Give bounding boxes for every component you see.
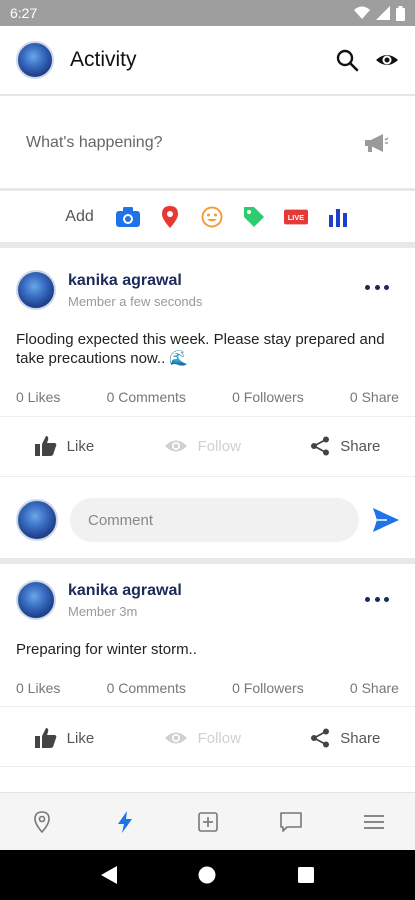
follow-button[interactable]: Follow: [164, 438, 241, 455]
post-meta: Member a few seconds: [68, 293, 203, 309]
post-card: kanika agrawal Member a few seconds Floo…: [0, 248, 415, 558]
post-stats: 0 Likes 0 Comments 0 Followers 0 Share: [16, 389, 399, 405]
home-icon[interactable]: [197, 865, 217, 885]
more-options-icon[interactable]: [365, 282, 389, 292]
wifi-icon: [354, 6, 370, 19]
emoji-icon[interactable]: [200, 205, 224, 229]
comment-row: [0, 488, 415, 552]
megaphone-icon[interactable]: [363, 132, 389, 154]
eye-icon[interactable]: [375, 48, 399, 72]
comments-count[interactable]: 0 Comments: [107, 389, 186, 405]
nav-menu-icon[interactable]: [359, 807, 389, 837]
share-button[interactable]: Share: [310, 436, 380, 456]
compose-placeholder[interactable]: What's happening?: [26, 134, 363, 152]
profile-avatar[interactable]: [16, 41, 54, 79]
comment-input[interactable]: [70, 498, 359, 542]
signal-icon: [376, 6, 390, 20]
likes-count[interactable]: 0 Likes: [16, 680, 60, 696]
more-options-icon[interactable]: [365, 594, 389, 604]
thumbs-up-icon: [34, 436, 57, 456]
live-icon[interactable]: LIVE: [283, 205, 308, 229]
post-text: Flooding expected this week. Please stay…: [16, 331, 385, 367]
like-button[interactable]: Like: [34, 728, 95, 748]
status-bar: 6:27: [0, 0, 415, 26]
post-stats: 0 Likes 0 Comments 0 Followers 0 Share: [16, 680, 399, 696]
camera-icon[interactable]: [115, 205, 140, 229]
like-label: Like: [66, 729, 95, 747]
status-time: 6:27: [10, 5, 38, 21]
shares-count[interactable]: 0 Share: [350, 389, 399, 405]
share-label: Share: [340, 437, 381, 455]
search-icon[interactable]: [335, 48, 359, 72]
recents-icon[interactable]: [297, 866, 315, 884]
eye-icon: [164, 440, 187, 452]
back-icon[interactable]: [100, 865, 118, 885]
post-actions: Like Follow Share: [0, 722, 415, 754]
follow-label: Follow: [197, 729, 241, 747]
bottom-nav: [0, 792, 415, 850]
share-icon: [311, 436, 330, 456]
commenter-avatar: [16, 499, 58, 541]
likes-count[interactable]: 0 Likes: [16, 389, 60, 405]
compose-box[interactable]: What's happening?: [0, 98, 415, 188]
tag-icon[interactable]: [242, 205, 266, 229]
follow-label: Follow: [197, 437, 241, 455]
shares-count[interactable]: 0 Share: [350, 680, 399, 696]
share-icon: [311, 728, 330, 748]
author-name[interactable]: kanika agrawal: [68, 582, 182, 600]
nav-add-post-icon[interactable]: [193, 807, 223, 837]
post-card: kanika agrawal Member 3m Preparing for w…: [0, 564, 415, 792]
divider: [0, 706, 415, 707]
like-label: Like: [66, 437, 95, 455]
follow-button[interactable]: Follow: [164, 730, 241, 747]
divider: [0, 766, 415, 767]
author-avatar[interactable]: [16, 270, 56, 310]
author-avatar[interactable]: [16, 580, 56, 620]
nav-location-icon[interactable]: [27, 807, 57, 837]
post-text: Preparing for winter storm..: [16, 641, 197, 658]
svg-text:LIVE: LIVE: [288, 213, 304, 222]
thumbs-up-icon: [34, 728, 57, 748]
author-name[interactable]: kanika agrawal: [68, 272, 202, 290]
post-meta: Member 3m: [68, 603, 138, 619]
poll-icon[interactable]: [326, 205, 350, 229]
page-title: Activity: [70, 48, 137, 71]
divider: [0, 188, 415, 191]
add-media-bar: Add LIVE: [0, 192, 415, 242]
send-icon[interactable]: [373, 508, 399, 532]
share-button[interactable]: Share: [310, 728, 380, 748]
like-button[interactable]: Like: [34, 436, 95, 456]
app-header: Activity: [0, 26, 415, 96]
share-label: Share: [340, 729, 381, 747]
post-actions: Like Follow Share: [0, 430, 415, 462]
nav-activity-bolt-icon[interactable]: [110, 807, 140, 837]
system-nav-bar: [0, 850, 415, 900]
location-pin-icon[interactable]: [158, 205, 182, 229]
divider: [0, 416, 415, 417]
comments-count[interactable]: 0 Comments: [107, 680, 186, 696]
eye-icon: [164, 732, 187, 744]
followers-count[interactable]: 0 Followers: [232, 389, 304, 405]
battery-icon: [396, 5, 405, 21]
followers-count[interactable]: 0 Followers: [232, 680, 304, 696]
nav-messages-icon[interactable]: [276, 807, 306, 837]
add-label: Add: [65, 208, 94, 225]
divider: [0, 476, 415, 477]
